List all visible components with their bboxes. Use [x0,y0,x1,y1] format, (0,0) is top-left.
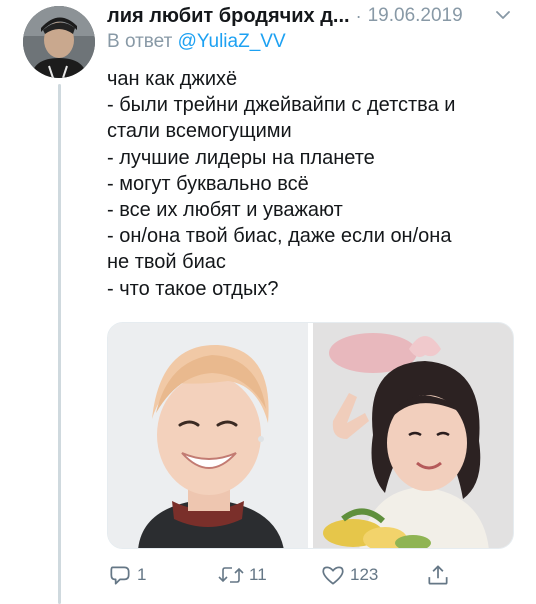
tweet-text-line: - все их любят и уважают [107,199,343,222]
author-name[interactable]: лия любит бродячих д... [107,5,350,28]
chevron-down-icon[interactable] [492,4,514,26]
media-photo-right[interactable] [313,323,513,548]
like-count: 123 [350,565,379,584]
avatar[interactable] [23,6,95,78]
retweet-count: 11 [249,565,267,584]
reply-icon [107,562,133,588]
tweet-header: лия любит бродячих д... · 19.06.2019 [107,3,527,29]
tweet-text-line: - что такое отдых? [107,277,279,300]
tweet-date[interactable]: 19.06.2019 [368,5,463,27]
tweet-text-line: стали всемогущими [107,120,292,143]
retweet-icon [217,562,245,588]
tweet-text-line: чан как джихё [107,68,238,90]
tweet-text-line: - были трейни джейвайпи с детства и [107,94,456,117]
tweet-text-line: - он/она твой биас, даже если он/она [107,225,452,248]
tweet-text-line: не твой биас [107,251,226,274]
tweet-text-line: - могут буквально всё [107,172,309,195]
share-icon [425,562,451,588]
tweet-text: чан как джихё - были трейни джейвайпи с … [107,66,527,302]
media-photo-left[interactable] [108,323,308,548]
like-button[interactable]: 123 [320,560,378,590]
retweet-button[interactable]: 11 [217,560,267,590]
tweet-text-line: - лучшие лидеры на планете [107,146,375,169]
heart-icon [320,562,346,588]
media-grid [107,322,514,549]
reply-button[interactable]: 1 [107,560,146,590]
reply-context: В ответ @YuliaZ_VV [107,31,286,53]
date-separator: · [355,5,362,26]
avatar-photo [23,6,95,78]
share-button[interactable] [425,560,451,590]
reply-count: 1 [137,565,147,584]
reply-prefix: В ответ [107,31,173,52]
tweet-actions: 1 11 123 [107,560,527,590]
reply-handle-link[interactable]: @YuliaZ_VV [178,31,286,52]
thread-line [58,84,61,604]
